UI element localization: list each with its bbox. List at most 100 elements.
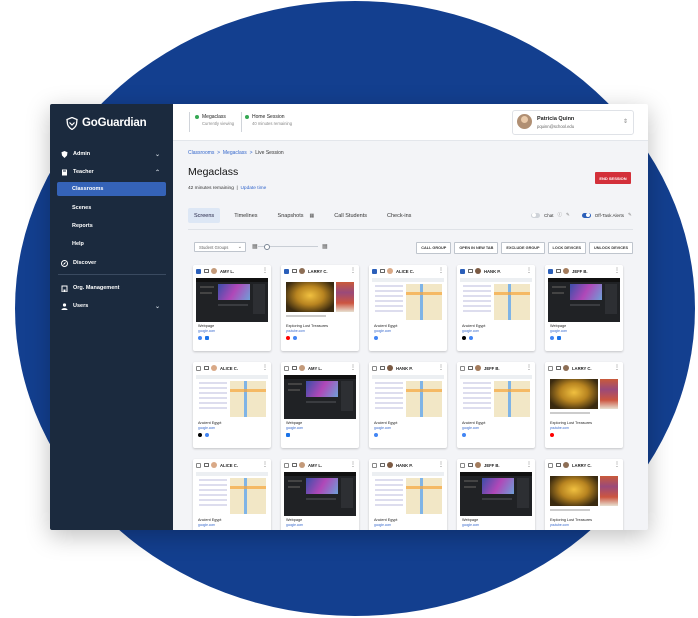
student-card[interactable]: LARRY C. ⋮ Exploring Lost Treasures youtube… xyxy=(281,265,359,351)
breadcrumb-megaclass[interactable]: Megaclass xyxy=(223,150,247,156)
grid-large-icon[interactable]: ▦ xyxy=(322,243,328,250)
switch-account-icon[interactable]: ⇕ xyxy=(623,118,628,125)
student-card[interactable]: ALICE C. ⋮ Ancient Egypt google.com xyxy=(193,459,271,530)
select-checkbox[interactable] xyxy=(196,365,201,371)
lock-devices-button[interactable]: LOCK DEVICES xyxy=(547,242,587,254)
screen-thumbnail[interactable] xyxy=(284,278,356,322)
screen-thumbnail[interactable] xyxy=(372,375,444,419)
sidebar-item-users[interactable]: Users ⌄ xyxy=(50,298,173,314)
chat-settings-icon[interactable]: ✎ xyxy=(566,212,570,218)
more-options-icon[interactable]: ⋮ xyxy=(438,364,444,371)
screen-thumbnail[interactable] xyxy=(460,375,532,419)
select-checkbox[interactable] xyxy=(372,365,377,371)
open-in-new-tab-button[interactable]: OPEN IN NEW TAB xyxy=(454,242,499,254)
more-options-icon[interactable]: ⋮ xyxy=(438,461,444,468)
select-checkbox[interactable] xyxy=(284,462,289,468)
student-card[interactable]: JEFF B. ⋮ Ancient Egypt google.com xyxy=(457,362,535,448)
screen-thumbnail[interactable] xyxy=(284,472,356,516)
select-checkbox[interactable] xyxy=(548,462,553,468)
unlock-devices-button[interactable]: UNLOCK DEVICES xyxy=(589,242,633,254)
student-card[interactable]: AMY L. ⋮ Webpage google.com xyxy=(193,265,271,351)
screen-thumbnail[interactable] xyxy=(548,472,620,516)
more-options-icon[interactable]: ⋮ xyxy=(262,364,268,371)
select-checkbox[interactable] xyxy=(460,365,465,371)
session-megaclass[interactable]: Megaclass Currently viewing xyxy=(195,114,234,126)
screen-thumbnail[interactable] xyxy=(548,375,620,419)
more-options-icon[interactable]: ⋮ xyxy=(262,267,268,274)
sidebar-sub-help[interactable]: Help xyxy=(57,237,166,251)
more-options-icon[interactable]: ⋮ xyxy=(526,461,532,468)
more-options-icon[interactable]: ⋮ xyxy=(526,267,532,274)
student-card[interactable]: LARRY C. ⋮ Exploring Lost Treasures youtube… xyxy=(545,362,623,448)
student-groups-select[interactable]: Student Groups ⌄ xyxy=(194,242,246,252)
offtask-alerts-toggle[interactable] xyxy=(581,212,591,218)
more-options-icon[interactable]: ⋮ xyxy=(350,364,356,371)
screen-thumbnail[interactable] xyxy=(372,278,444,322)
sidebar-sub-scenes[interactable]: Scenes xyxy=(57,201,166,215)
student-card[interactable]: HANK P. ⋮ Ancient Egypt google.com xyxy=(369,459,447,530)
sidebar-item-discover[interactable]: Discover xyxy=(50,255,173,271)
chevron-down-icon[interactable]: ⌄ xyxy=(155,303,160,310)
select-checkbox[interactable] xyxy=(372,268,377,274)
screen-thumbnail[interactable] xyxy=(196,375,268,419)
select-checkbox[interactable] xyxy=(196,268,201,274)
grid-small-icon[interactable]: ▦ xyxy=(252,243,258,250)
tab-screens[interactable]: Screens xyxy=(188,208,221,223)
call-group-button[interactable]: CALL GROUP xyxy=(416,242,452,254)
more-options-icon[interactable]: ⋮ xyxy=(350,267,356,274)
tab-check-ins[interactable]: Check-ins xyxy=(381,208,417,223)
session-home[interactable]: Home Session 40 minutes remaining xyxy=(245,114,292,126)
student-card[interactable]: AMY L. ⋮ Webpage google.com xyxy=(281,459,359,530)
zoom-slider[interactable] xyxy=(258,244,318,250)
student-card[interactable]: HANK P. ⋮ Ancient Egypt google.com xyxy=(369,362,447,448)
screen-thumbnail[interactable] xyxy=(196,278,268,322)
tab-snapshots[interactable]: Snapshots ▦ xyxy=(272,208,321,223)
screen-thumbnail[interactable] xyxy=(548,278,620,322)
tab-timelines[interactable]: Timelines xyxy=(228,208,263,223)
student-card[interactable]: JEFF B. ⋮ Webpage google.com xyxy=(457,459,535,530)
screen-thumbnail[interactable] xyxy=(460,278,532,322)
more-options-icon[interactable]: ⋮ xyxy=(614,461,620,468)
student-card[interactable]: ALICE C. ⋮ Ancient Egypt google.com xyxy=(193,362,271,448)
tab-call-students[interactable]: Call Students xyxy=(328,208,373,223)
select-checkbox[interactable] xyxy=(460,268,465,274)
screen-thumbnail[interactable] xyxy=(372,472,444,516)
offtask-settings-icon[interactable]: ✎ xyxy=(628,212,632,218)
student-card[interactable]: LARRY C. ⋮ Exploring Lost Treasures youtube… xyxy=(545,459,623,530)
more-options-icon[interactable]: ⋮ xyxy=(526,364,532,371)
sidebar-sub-classrooms[interactable]: Classrooms xyxy=(57,182,166,196)
sidebar-item-admin[interactable]: Admin ⌄ xyxy=(50,146,173,162)
sidebar-sub-reports[interactable]: Reports xyxy=(57,219,166,233)
chat-toggle[interactable] xyxy=(531,212,540,218)
exclude-group-button[interactable]: EXCLUDE GROUP xyxy=(501,242,545,254)
select-checkbox[interactable] xyxy=(548,268,553,274)
breadcrumb-classrooms[interactable]: Classrooms xyxy=(188,150,214,156)
student-card[interactable]: JEFF B. ⋮ Webpage google.com xyxy=(545,265,623,351)
select-checkbox[interactable] xyxy=(372,462,377,468)
slider-knob[interactable] xyxy=(264,244,270,250)
student-card[interactable]: ALICE C. ⋮ Ancient Egypt google.com xyxy=(369,265,447,351)
student-card[interactable]: AMY L. ⋮ Webpage google.com xyxy=(281,362,359,448)
screen-thumbnail[interactable] xyxy=(284,375,356,419)
more-options-icon[interactable]: ⋮ xyxy=(262,461,268,468)
select-checkbox[interactable] xyxy=(284,365,289,371)
select-checkbox[interactable] xyxy=(284,268,289,274)
select-checkbox[interactable] xyxy=(548,365,553,371)
select-checkbox[interactable] xyxy=(460,462,465,468)
select-checkbox[interactable] xyxy=(196,462,201,468)
student-card[interactable]: HANK P. ⋮ Ancient Egypt google.com xyxy=(457,265,535,351)
more-options-icon[interactable]: ⋮ xyxy=(350,461,356,468)
chevron-up-icon[interactable]: ⌃ xyxy=(155,169,160,176)
sidebar-item-teacher[interactable]: Teacher ⌃ xyxy=(50,164,173,180)
sidebar-item-org-management[interactable]: Org. Management xyxy=(50,280,173,296)
more-options-icon[interactable]: ⋮ xyxy=(438,267,444,274)
chevron-down-icon[interactable]: ⌄ xyxy=(155,151,160,158)
screen-thumbnail[interactable] xyxy=(460,472,532,516)
more-options-icon[interactable]: ⋮ xyxy=(614,267,620,274)
chat-info-icon[interactable]: ⓘ xyxy=(558,212,563,218)
end-session-button[interactable]: END SESSION xyxy=(595,172,631,184)
screen-thumbnail[interactable] xyxy=(196,472,268,516)
user-menu[interactable]: Patricia Quinn pquinn@school.edu ⇕ xyxy=(512,110,634,135)
update-time-link[interactable]: Update time xyxy=(240,186,266,191)
more-options-icon[interactable]: ⋮ xyxy=(614,364,620,371)
